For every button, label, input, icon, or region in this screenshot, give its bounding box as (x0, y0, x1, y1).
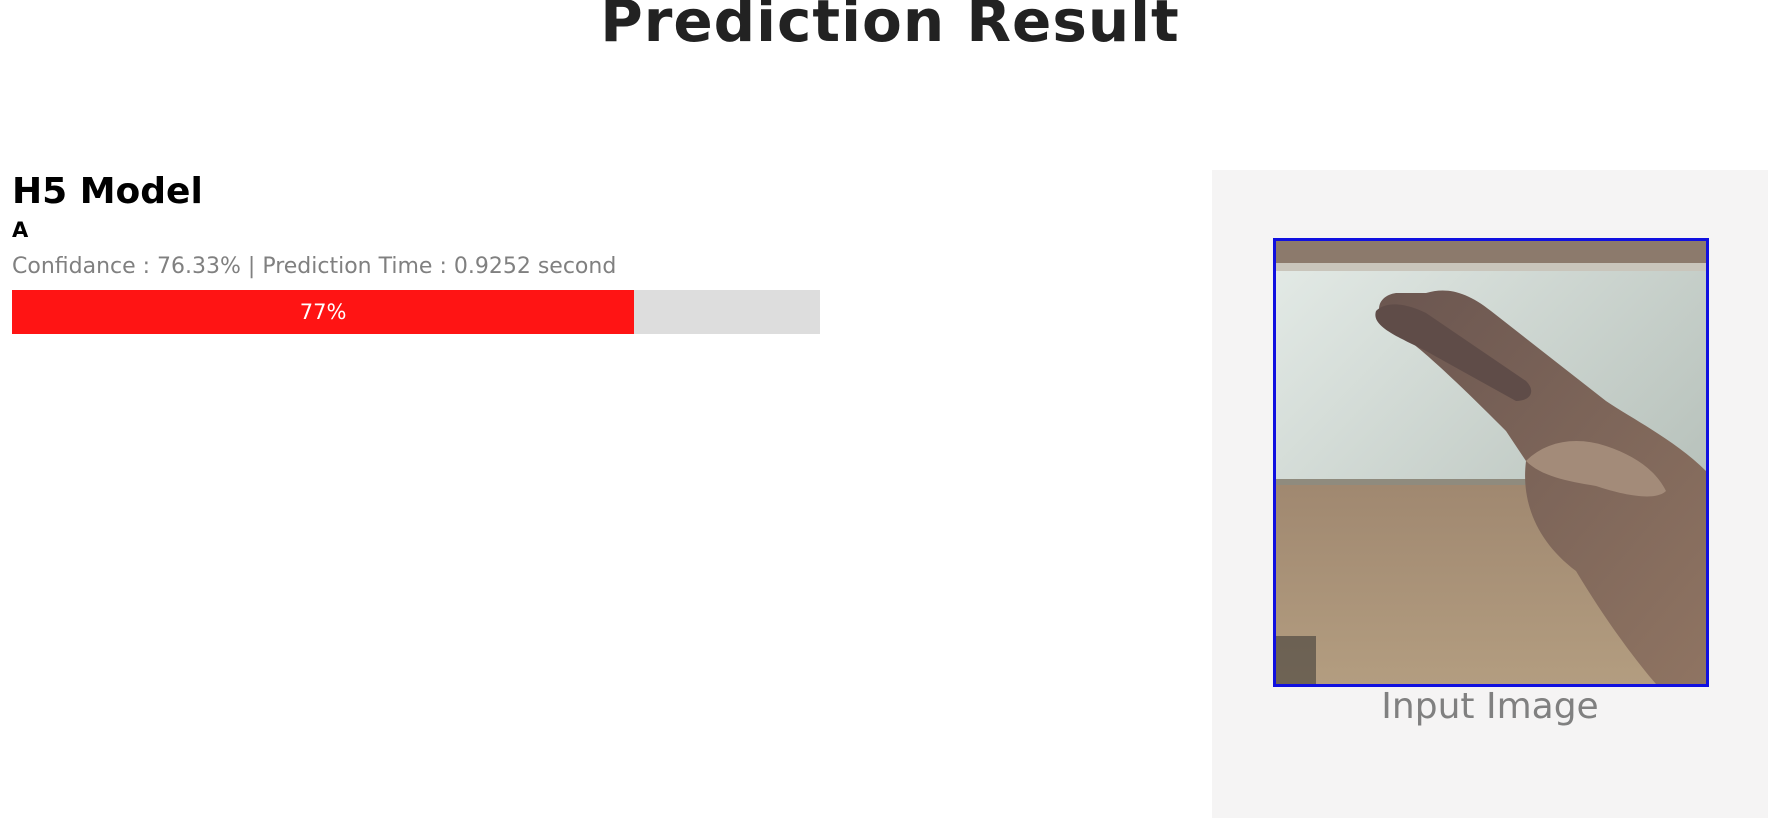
page-title: Prediction Result (600, 0, 1180, 55)
progress-fill: 77% (12, 290, 635, 334)
confidence-and-time: Confidance : 76.33% | Prediction Time : … (12, 254, 617, 279)
prediction-page: Prediction Result H5 Model A Confidance … (0, 0, 1780, 832)
confidence-progress-bar: 77% (12, 290, 820, 334)
result-panel: H5 Model A Confidance : 76.33% | Predict… (12, 170, 820, 334)
input-image-card: Input Image (1212, 170, 1768, 818)
predicted-label: A (12, 218, 29, 242)
input-image (1273, 238, 1709, 687)
model-name: H5 Model (12, 171, 203, 212)
progress-label: 77% (299, 300, 347, 324)
input-image-caption: Input Image (1381, 686, 1599, 727)
